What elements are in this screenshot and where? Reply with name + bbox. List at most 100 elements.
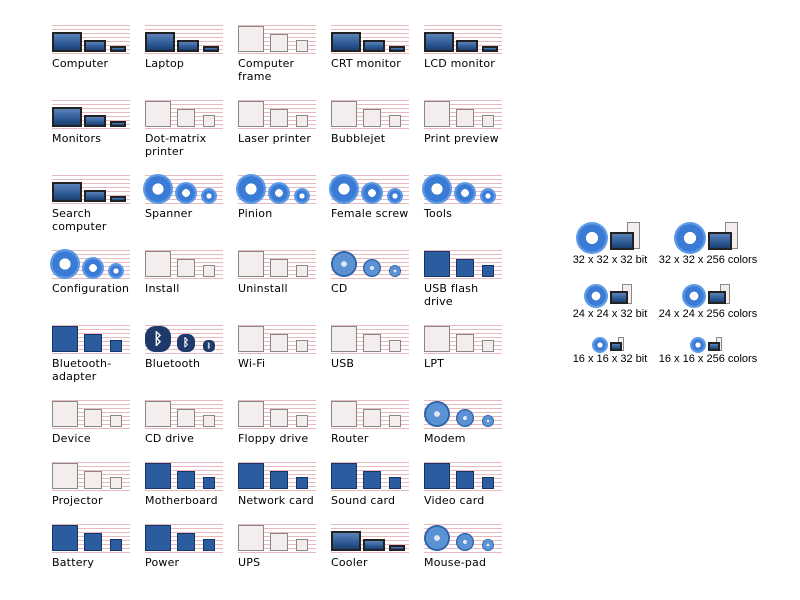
icon-set-modem[interactable]: Modem [424, 397, 514, 445]
sound-card-icon [389, 477, 401, 489]
icon-set-bluetooth-adapter[interactable]: Bluetooth- adapter [52, 322, 142, 383]
icon-strip [424, 247, 502, 279]
icon-set-bubblejet[interactable]: Bubblejet [331, 97, 421, 145]
icon-set-female-screw[interactable]: Female screw [331, 172, 421, 220]
lcd-monitor-icon [482, 46, 498, 52]
video-card-icon [482, 477, 494, 489]
configuration-icon [110, 265, 122, 277]
install-icon [145, 251, 171, 277]
icon-set-projector[interactable]: Projector [52, 459, 142, 507]
icon-set-label: UPS [238, 556, 261, 569]
gear-icon [578, 224, 606, 252]
icon-set-label: Spanner [145, 207, 193, 220]
laser-printer-icon [270, 109, 288, 127]
format-label: 16 x 16 x 256 colors [658, 353, 758, 365]
icon-set-dot-matrix-printer[interactable]: Dot-matrix printer [145, 97, 235, 158]
icon-set-configuration[interactable]: Configuration [52, 247, 142, 295]
icon-set-device[interactable]: Device [52, 397, 142, 445]
icon-set-cd-drive[interactable]: CD drive [145, 397, 235, 445]
icon-strip [52, 521, 130, 553]
cooler-icon [331, 531, 361, 551]
icon-strip [424, 97, 502, 129]
icon-set-crt-monitor[interactable]: CRT monitor [331, 22, 421, 70]
modem-icon [456, 409, 474, 427]
icon-set-print-preview[interactable]: Print preview [424, 97, 514, 145]
icon-strip [331, 459, 409, 491]
print-preview-icon [424, 101, 450, 127]
icon-set-cooler[interactable]: Cooler [331, 521, 421, 569]
female-screw-icon [389, 190, 401, 202]
icon-strip [145, 247, 223, 279]
icon-set-mouse-pad[interactable]: Mouse-pad [424, 521, 514, 569]
icon-set-lpt[interactable]: LPT [424, 322, 514, 370]
icon-set-bluetooth[interactable]: ᛒ ᛒ ᛒ Bluetooth [145, 322, 235, 370]
pinion-icon [238, 176, 264, 202]
icon-set-install[interactable]: Install [145, 247, 235, 295]
icon-set-usb[interactable]: USB [331, 322, 421, 370]
icon-set-label: Device [52, 432, 91, 445]
icon-set-wifi[interactable]: Wi-Fi [238, 322, 328, 370]
icon-strip [331, 521, 409, 553]
icon-strip [238, 172, 316, 204]
icon-set-motherboard[interactable]: Motherboard [145, 459, 235, 507]
icon-set-computer[interactable]: Computer [52, 22, 142, 70]
icon-set-power[interactable]: Power [145, 521, 235, 569]
laptop-icon [203, 46, 219, 52]
lpt-icon [482, 340, 494, 352]
mouse-pad-icon [424, 525, 450, 551]
projector-icon [84, 471, 102, 489]
icon-set-usb-flash-drive[interactable]: USB flash drive [424, 247, 514, 308]
usb-flash-drive-icon [482, 265, 494, 277]
icon-set-laser-printer[interactable]: Laser printer [238, 97, 328, 145]
icon-set-pinion[interactable]: Pinion [238, 172, 328, 220]
gear-icon [684, 286, 704, 306]
icon-strip [238, 22, 316, 54]
icon-set-floppy-drive[interactable]: Floppy drive [238, 397, 328, 445]
icon-set-label: Laptop [145, 57, 185, 70]
icon-set-tools[interactable]: Tools [424, 172, 514, 220]
floppy-drive-icon [296, 415, 308, 427]
icon-set-sound-card[interactable]: Sound card [331, 459, 421, 507]
uninstall-icon [270, 259, 288, 277]
icon-set-uninstall[interactable]: Uninstall [238, 247, 328, 295]
female-screw-icon [363, 184, 381, 202]
usb-icon [389, 340, 401, 352]
icon-set-ups[interactable]: UPS [238, 521, 328, 569]
icon-set-network-card[interactable]: Network card [238, 459, 328, 507]
icon-set-battery[interactable]: Battery [52, 521, 142, 569]
spanner-icon [203, 190, 215, 202]
icon-set-video-card[interactable]: Video card [424, 459, 514, 507]
motherboard-icon [203, 477, 215, 489]
icon-strip [238, 397, 316, 429]
icon-set-spanner[interactable]: Spanner [145, 172, 235, 220]
device-icon [110, 415, 122, 427]
icon-set-monitors[interactable]: Monitors [52, 97, 142, 145]
icon-strip [145, 22, 223, 54]
icon-set-label: Network card [238, 494, 314, 507]
lcd-monitor-icon [456, 40, 478, 52]
icon-strip [52, 459, 130, 491]
icon-set-lcd-monitor[interactable]: LCD monitor [424, 22, 514, 70]
sound-card-icon [363, 471, 381, 489]
network-card-icon [296, 477, 308, 489]
ups-icon [238, 525, 264, 551]
icon-strip [424, 521, 502, 553]
icon-set-computer-frame[interactable]: Computer frame [238, 22, 328, 83]
icon-set-search-computer[interactable]: Search computer [52, 172, 142, 233]
icon-set-cd[interactable]: CD [331, 247, 421, 295]
usb-flash-drive-icon [456, 259, 474, 277]
icon-set-label: Sound card [331, 494, 396, 507]
icon-set-laptop[interactable]: Laptop [145, 22, 235, 70]
dot-matrix-printer-icon [203, 115, 215, 127]
icon-strip [238, 97, 316, 129]
cd-drive-icon [203, 415, 215, 427]
gear-icon [676, 224, 704, 252]
icon-set-label: CD [331, 282, 348, 295]
icon-set-label: LCD monitor [424, 57, 496, 70]
cd-icon [389, 265, 401, 277]
bubblejet-icon [363, 109, 381, 127]
icon-set-router[interactable]: Router [331, 397, 421, 445]
computer-icon [110, 46, 126, 52]
icon-strip [331, 397, 409, 429]
gear-icon [594, 339, 606, 351]
